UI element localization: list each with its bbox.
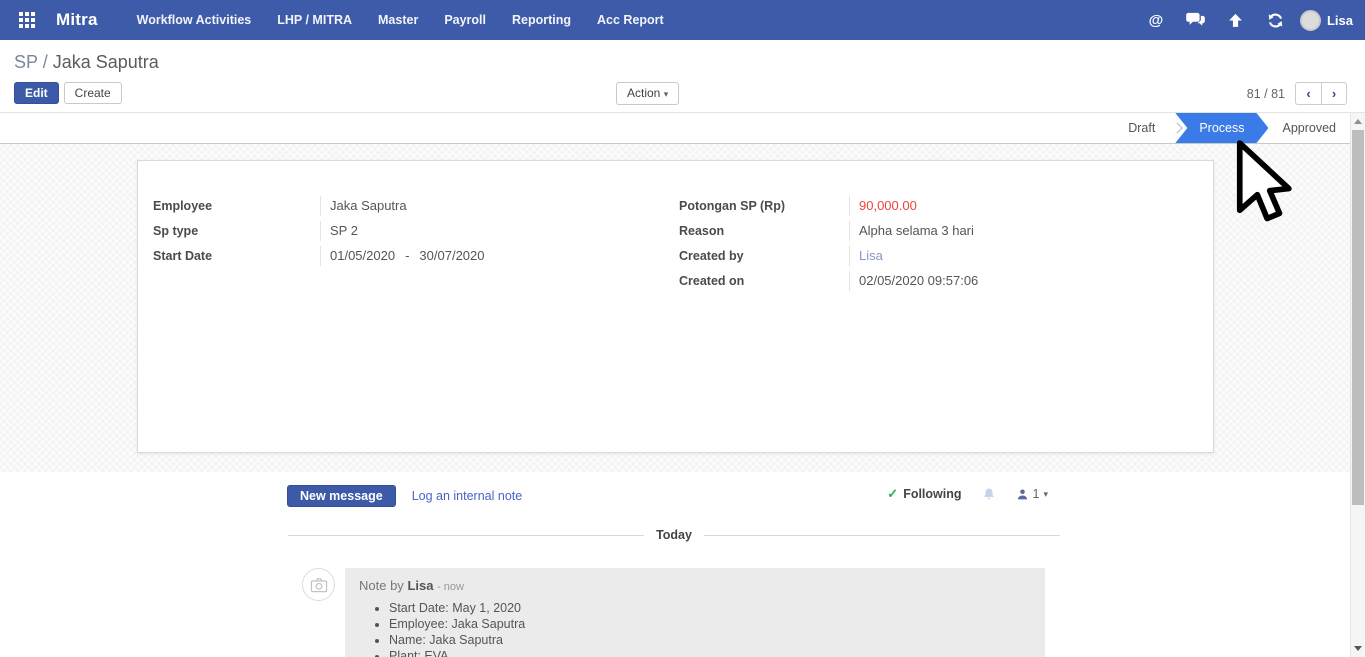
field-sp-type: Sp type SP 2 <box>153 218 679 243</box>
camera-icon <box>310 577 327 592</box>
field-employee: Employee Jaka Saputra <box>153 193 679 218</box>
message-header: Note by Lisa - now <box>359 578 464 593</box>
field-created-on-value: 02/05/2020 09:57:06 <box>849 270 1198 291</box>
list-item: Start Date: May 1, 2020 <box>389 600 1031 616</box>
form-right-column: Potongan SP (Rp) 90,000.00 Reason Alpha … <box>679 193 1198 293</box>
chatter-message: Note by Lisa - now Start Date: May 1, 20… <box>302 568 1365 657</box>
form-left-column: Employee Jaka Saputra Sp type SP 2 Start… <box>153 193 679 293</box>
follower-count: 1 <box>1032 487 1040 501</box>
status-process-active[interactable]: Process <box>1175 113 1268 143</box>
form-background: Employee Jaka Saputra Sp type SP 2 Start… <box>0 144 1365 472</box>
field-start-date-value: 01/05/2020 - 30/07/2020 <box>320 245 679 266</box>
field-employee-value: Jaka Saputra <box>320 195 679 216</box>
message-body: Note by Lisa - now Start Date: May 1, 20… <box>345 568 1045 657</box>
status-draft[interactable]: Draft <box>1114 113 1169 143</box>
chevron-right-icon <box>1171 122 1183 134</box>
menu-workflow-activities[interactable]: Workflow Activities <box>126 7 263 33</box>
control-buttons: Edit Create <box>14 82 1351 104</box>
menu-master[interactable]: Master <box>367 7 429 33</box>
triangle-up-icon <box>1354 119 1362 124</box>
field-created-by-value[interactable]: Lisa <box>849 245 1198 266</box>
today-divider: Today <box>288 528 1061 542</box>
field-start-date: Start Date 01/05/2020 - 30/07/2020 <box>153 243 679 268</box>
create-button[interactable]: Create <box>63 82 122 104</box>
caret-down-icon: ▾ <box>663 89 669 99</box>
grid-icon <box>19 12 35 28</box>
action-dropdown-wrap: Action ▾ <box>616 82 680 105</box>
action-dropdown[interactable]: Action ▾ <box>616 82 680 105</box>
status-approved[interactable]: Approved <box>1268 113 1350 143</box>
edit-button[interactable]: Edit <box>14 82 59 104</box>
apps-grid-icon[interactable] <box>12 5 42 35</box>
user-avatar <box>1299 9 1321 31</box>
mentions-icon[interactable]: @ <box>1140 5 1172 35</box>
message-time: - now <box>437 581 464 593</box>
list-item: Name: Jaka Saputra <box>389 632 1031 648</box>
page: Mitra Workflow Activities LHP / MITRA Ma… <box>0 0 1365 657</box>
brand-title: Mitra <box>56 10 98 29</box>
field-sp-type-value: SP 2 <box>320 220 679 241</box>
breadcrumb-separator: / <box>42 52 48 72</box>
pager-count: 81 / 81 <box>1246 86 1285 101</box>
check-icon: ✓ <box>887 486 899 501</box>
status-row: Draft Process Approved <box>0 113 1365 144</box>
field-created-on: Created on 02/05/2020 09:57:06 <box>679 268 1198 293</box>
chatter-topbar: New message Log an internal note <box>287 484 1365 508</box>
message-detail-list: Start Date: May 1, 2020 Employee: Jaka S… <box>359 600 1031 657</box>
caret-down-icon: ▾ <box>1043 488 1048 499</box>
person-icon <box>1017 488 1027 499</box>
breadcrumb: SP / Jaka Saputra <box>14 52 1351 73</box>
follow-block: ✓ Following 1 ▾ <box>887 486 1048 502</box>
scrollbar-thumb[interactable] <box>1352 130 1364 505</box>
form-sheet: Employee Jaka Saputra Sp type SP 2 Start… <box>137 160 1214 453</box>
menu-acc-report[interactable]: Acc Report <box>586 7 675 33</box>
scroll-up-button[interactable] <box>1351 114 1365 129</box>
field-potongan-sp: Potongan SP (Rp) 90,000.00 <box>679 193 1198 218</box>
pager-next-button[interactable]: › <box>1321 82 1347 105</box>
log-internal-note-link[interactable]: Log an internal note <box>412 489 523 503</box>
field-reason-value: Alpha selama 3 hari <box>849 220 1198 241</box>
top-navbar: Mitra Workflow Activities LHP / MITRA Ma… <box>0 0 1365 40</box>
field-created-by: Created by Lisa <box>679 243 1198 268</box>
menu-reporting[interactable]: Reporting <box>501 7 582 33</box>
list-item: Employee: Jaka Saputra <box>389 616 1031 632</box>
breadcrumb-current: Jaka Saputra <box>52 52 159 72</box>
upload-arrow-icon[interactable] <box>1220 5 1252 35</box>
pager: 81 / 81 ‹ › <box>1247 82 1347 105</box>
new-message-button[interactable]: New message <box>287 485 396 507</box>
scroll-down-button[interactable] <box>1351 641 1365 656</box>
pager-previous-button[interactable]: ‹ <box>1295 82 1321 105</box>
vertical-scrollbar[interactable] <box>1350 113 1365 657</box>
menu-lhp-mitra[interactable]: LHP / MITRA <box>266 7 363 33</box>
message-author[interactable]: Lisa <box>407 578 433 593</box>
field-reason: Reason Alpha selama 3 hari <box>679 218 1198 243</box>
navbar-right: @ Lisa <box>1140 5 1353 35</box>
chatter: New message Log an internal note ✓ Follo… <box>0 472 1365 657</box>
menu-payroll[interactable]: Payroll <box>433 7 497 33</box>
list-item: Plant: EVA <box>389 648 1031 657</box>
user-menu[interactable]: Lisa <box>1299 9 1353 31</box>
bell-icon[interactable] <box>982 487 996 502</box>
control-panel: SP / Jaka Saputra Edit Create Action ▾ 8… <box>0 40 1365 113</box>
user-name: Lisa <box>1326 12 1353 28</box>
breadcrumb-parent[interactable]: SP <box>14 52 38 72</box>
statusbar: Draft Process Approved <box>1114 113 1350 143</box>
field-potongan-sp-value: 90,000.00 <box>849 195 1198 216</box>
today-label: Today <box>656 528 692 542</box>
messages-icon[interactable] <box>1180 5 1212 35</box>
message-avatar <box>302 568 335 601</box>
triangle-down-icon <box>1354 646 1362 651</box>
followers-dropdown[interactable]: 1 ▾ <box>1016 487 1048 501</box>
following-button[interactable]: ✓ Following <box>887 486 961 502</box>
refresh-icon[interactable] <box>1260 5 1292 35</box>
main-menu: Workflow Activities LHP / MITRA Master P… <box>126 7 675 33</box>
